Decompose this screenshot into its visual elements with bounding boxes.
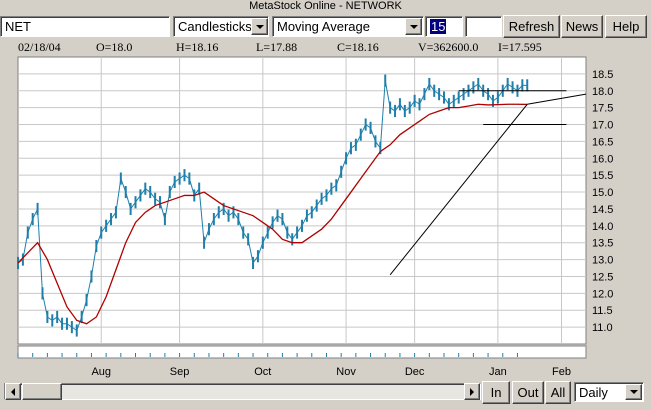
indicator-dropdown-button[interactable] — [405, 18, 422, 35]
arrow-right-icon — [470, 387, 474, 396]
y-tick-label: 12.0 — [592, 288, 613, 300]
y-tick-label: 15.5 — [592, 170, 613, 182]
news-button[interactable]: News — [561, 15, 603, 38]
chevron-down-icon — [409, 24, 418, 29]
indicator-value: Moving Average — [277, 19, 370, 34]
y-tick-label: 14.5 — [592, 204, 613, 216]
interval-dropdown-button[interactable] — [625, 384, 642, 400]
scrollbar-thumb[interactable] — [22, 383, 62, 400]
help-button[interactable]: Help — [605, 15, 647, 38]
x-tick-label: Nov — [336, 366, 356, 378]
scroll-left-button[interactable] — [5, 383, 21, 400]
x-tick-label: Aug — [91, 366, 111, 378]
chart-style-value: Candlesticks — [178, 19, 252, 34]
info-low: L=17.88 — [256, 40, 298, 54]
price-info-bar: 02/18/04 O=18.0 H=18.16 L=17.88 C=18.16 … — [0, 41, 651, 54]
refresh-button[interactable]: Refresh — [503, 15, 560, 38]
window-title: MetaStock Online - NETWORK — [249, 0, 402, 12]
y-tick-label: 17.0 — [592, 120, 613, 132]
y-tick-label: 16.0 — [592, 153, 613, 165]
zoom-out-button[interactable]: Out — [512, 381, 544, 404]
x-tick-label: Feb — [552, 366, 571, 378]
extra-input[interactable] — [465, 16, 502, 37]
info-indicator: I=17.595 — [498, 40, 542, 54]
chevron-down-icon — [255, 24, 264, 29]
chart-style-dropdown-button[interactable] — [251, 18, 268, 35]
volume-area — [17, 345, 587, 359]
period-value: 15 — [430, 19, 447, 34]
y-tick-label: 11.5 — [592, 305, 613, 317]
y-tick-label: 12.5 — [592, 271, 613, 283]
info-volume: V=362600.0 — [418, 40, 479, 54]
x-tick-label: Jan — [489, 366, 507, 378]
x-tick-label: Sep — [170, 366, 190, 378]
y-tick-label: 18.0 — [592, 86, 613, 98]
x-tick-label: Oct — [254, 366, 271, 378]
zoom-in-button[interactable]: In — [482, 381, 510, 404]
y-tick-label: 16.5 — [592, 136, 613, 148]
chevron-down-icon — [629, 390, 638, 394]
zoom-all-button[interactable]: All — [545, 381, 571, 404]
interval-value: Daily — [579, 385, 608, 400]
y-tick-label: 18.5 — [592, 69, 613, 81]
plot-area — [17, 56, 587, 345]
info-date: 02/18/04 — [18, 40, 61, 54]
arrow-left-icon — [11, 387, 15, 396]
info-high: H=18.16 — [176, 40, 219, 54]
symbol-input[interactable]: NET — [0, 16, 170, 37]
x-tick-label: Dec — [405, 366, 425, 378]
y-tick-label: 14.0 — [592, 221, 613, 233]
info-close: C=18.16 — [337, 40, 379, 54]
period-input[interactable]: 15 — [425, 16, 463, 37]
horizontal-scrollbar[interactable] — [4, 383, 481, 400]
scroll-right-button[interactable] — [464, 383, 480, 400]
info-open: O=18.0 — [96, 40, 133, 54]
y-tick-label: 17.5 — [592, 103, 613, 115]
indicator-select[interactable]: Moving Average — [272, 16, 424, 37]
y-tick-label: 13.5 — [592, 238, 613, 250]
y-tick-label: 13.0 — [592, 255, 613, 267]
price-chart[interactable]: 11.0 11.5 12.0 12.5 13.0 13.5 14.0 14.5 15.0 15.5… — [0, 54, 651, 380]
y-tick-label: 15.0 — [592, 187, 613, 199]
y-tick-label: 11.0 — [592, 322, 613, 334]
